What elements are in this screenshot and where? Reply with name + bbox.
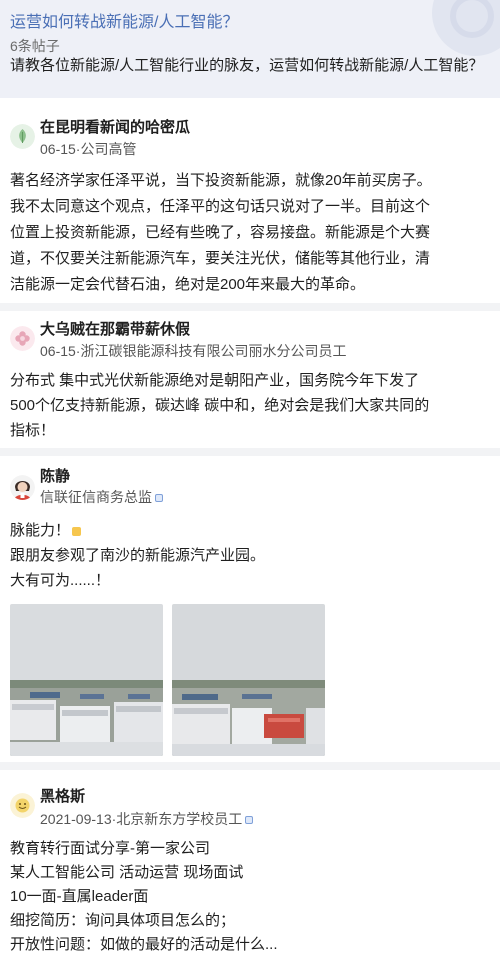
post-text-line: 细挖简历：询问具体项目怎么的； xyxy=(10,912,236,929)
post-text-line: 分布式 集中式光伏新能源绝对是朝阳产业，国务院今年下发了 xyxy=(10,372,420,389)
topic-header: 运营如何转战新能源/人工智能？ 6条帖子 请教各位新能源/人工智能行业的脉友，运… xyxy=(0,0,500,98)
post-text-span: 脉能力！ xyxy=(10,522,71,539)
person-avatar-icon[interactable] xyxy=(10,475,35,500)
leaf-avatar-icon[interactable] xyxy=(10,124,35,149)
topic-description: 请教各位新能源/人工智能行业的脉友，运营如何转战新能源/人工智能？ xyxy=(10,57,484,74)
post-text-line: 位置上投资新能源，已经有些晚了，容易接盘。新能源是个大赛 xyxy=(10,224,431,241)
post-text-line: 教育转行面试分享-第一家公司 xyxy=(10,840,210,857)
author-name[interactable]: 黑格斯 xyxy=(40,785,85,806)
industrial-park-photo-1[interactable] xyxy=(10,604,163,756)
post-text-line: 500个亿支持新能源，碳达峰 碳中和，绝对会是我们大家共同的 xyxy=(10,397,430,414)
emoji-icon xyxy=(72,526,82,536)
author-meta-text: 2021-09-13·北京新东方学校员工 xyxy=(40,811,243,827)
post-text-line: 著名经济学家任泽平说，当下投资新能源，就像20年前买房子。 xyxy=(10,172,432,189)
verified-badge-icon xyxy=(245,816,254,825)
post-text-line: 跟朋友参观了南沙的新能源汽产业园。 xyxy=(10,547,266,564)
author-meta-text: 信联征信商务总监 xyxy=(40,489,152,505)
post-text-line: 10一面-直属leader面 xyxy=(10,888,149,905)
post-card[interactable]: 黑格斯 2021-09-13·北京新东方学校员工 教育转行面试分享-第一家公司 … xyxy=(0,771,500,965)
post-card[interactable]: 大乌贼在那霸带薪休假 06-15·浙江碳银能源科技有限公司丽水分公司员工 分布式… xyxy=(0,312,500,450)
flower-avatar-icon[interactable] xyxy=(10,326,35,351)
author-name[interactable]: 陈静 xyxy=(40,465,70,486)
author-meta: 06-15·浙江碳银能源科技有限公司丽水分公司员工 xyxy=(40,343,347,359)
post-card[interactable]: 在昆明看新闻的哈密瓜 06-15·公司高管 著名经济学家任泽平说，当下投资新能源… xyxy=(0,108,500,308)
author-meta: 信联征信商务总监 xyxy=(40,487,163,507)
divider xyxy=(0,762,500,770)
author-name[interactable]: 在昆明看新闻的哈密瓜 xyxy=(40,116,190,137)
divider xyxy=(0,303,500,311)
post-text-line: 某人工智能公司 活动运营 现场面试 xyxy=(10,864,244,881)
divider xyxy=(0,448,500,456)
post-text-line: 洁能源一定会代替石油，绝对是200年来最大的革命。 xyxy=(10,276,366,293)
topic-post-count: 6条帖子 xyxy=(10,38,60,54)
author-name[interactable]: 大乌贼在那霸带薪休假 xyxy=(40,318,190,339)
post-text-line: 道，不仅要关注新能源汽车，要关注光伏，储能等其他行业，清 xyxy=(10,250,431,267)
post-text-line: 大有可为......！ xyxy=(10,572,111,589)
topic-title[interactable]: 运营如何转战新能源/人工智能？ xyxy=(10,8,238,32)
post-body[interactable]: 教育转行面试分享-第一家公司 某人工智能公司 活动运营 现场面试 10一面-直属… xyxy=(10,837,490,957)
post-card[interactable]: 陈静 信联征信商务总监 脉能力！ 跟朋友参观了南沙的新能源汽产业园。 大有可为.… xyxy=(0,457,500,762)
verified-badge-icon xyxy=(155,494,163,503)
smiley-avatar-icon[interactable] xyxy=(10,793,35,818)
author-meta: 2021-09-13·北京新东方学校员工 xyxy=(40,809,254,829)
post-body[interactable]: 著名经济学家任泽平说，当下投资新能源，就像20年前买房子。 我不太同意这个观点，… xyxy=(10,168,490,298)
post-text-line: 脉能力！ xyxy=(10,518,490,543)
post-body[interactable]: 分布式 集中式光伏新能源绝对是朝阳产业，国务院今年下发了 500个亿支持新能源，… xyxy=(10,368,490,443)
post-body[interactable]: 脉能力！ 跟朋友参观了南沙的新能源汽产业园。 大有可为......！ xyxy=(10,518,490,593)
post-text-line: 开放性问题：如做的最好的活动是什么... xyxy=(10,936,278,953)
post-text-line: 指标！ xyxy=(10,422,56,439)
industrial-park-photo-2[interactable] xyxy=(172,604,325,756)
author-meta: 06-15·公司高管 xyxy=(40,141,137,157)
post-text-line: 我不太同意这个观点，任泽平的这句话只说对了一半。目前这个 xyxy=(10,198,431,215)
